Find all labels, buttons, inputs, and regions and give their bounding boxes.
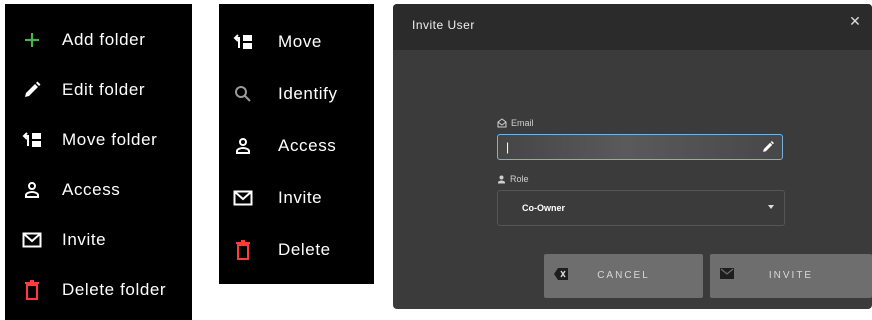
- menu-item-invite[interactable]: Invite: [5, 220, 192, 260]
- menu-item-invite[interactable]: Invite: [219, 178, 374, 218]
- envelope-icon: [20, 228, 44, 252]
- role-label: Role: [497, 174, 529, 184]
- trash-icon: [231, 238, 255, 262]
- menu-item-label: Invite: [62, 230, 107, 249]
- menu-item-access[interactable]: Access: [5, 170, 192, 210]
- menu-item-label: Edit folder: [62, 80, 146, 99]
- item-context-menu: Move Identify Access Invite Delete: [219, 4, 374, 284]
- role-selected-value: Co-Owner: [522, 203, 566, 213]
- menu-item-label: Delete folder: [62, 280, 167, 299]
- mail-open-icon: [497, 118, 507, 128]
- move-icon: [20, 128, 44, 152]
- person-icon: [20, 178, 44, 202]
- menu-item-label: Identify: [278, 84, 338, 103]
- envelope-icon: [231, 186, 255, 210]
- menu-item-move[interactable]: Move: [219, 22, 374, 62]
- email-label-text: Email: [511, 118, 534, 128]
- plus-icon: [20, 28, 44, 52]
- menu-item-label: Invite: [278, 188, 323, 207]
- email-field[interactable]: [497, 134, 783, 160]
- close-icon[interactable]: ✕: [848, 14, 862, 28]
- invite-button[interactable]: INVITE: [710, 254, 872, 298]
- pencil-icon: [20, 78, 44, 102]
- menu-item-label: Move folder: [62, 130, 158, 149]
- email-label: Email: [497, 118, 534, 128]
- cancel-button-label: CANCEL: [597, 270, 650, 281]
- invite-user-dialog: Invite User ✕ Email Role Co-Owner CANCEL…: [393, 4, 872, 309]
- dialog-header: Invite User ✕: [393, 4, 872, 50]
- menu-item-label: Add folder: [62, 30, 146, 49]
- menu-item-delete-folder[interactable]: Delete folder: [5, 270, 192, 310]
- role-select[interactable]: Co-Owner: [497, 190, 785, 226]
- menu-item-delete[interactable]: Delete: [219, 230, 374, 270]
- pencil-icon[interactable]: [761, 140, 775, 154]
- move-icon: [231, 30, 255, 54]
- invite-button-label: INVITE: [768, 270, 814, 281]
- menu-item-add-folder[interactable]: Add folder: [5, 20, 192, 60]
- menu-item-move-folder[interactable]: Move folder: [5, 120, 192, 160]
- person-icon: [231, 134, 255, 158]
- search-icon: [231, 82, 255, 106]
- person-icon: [498, 175, 505, 183]
- menu-item-label: Delete: [278, 240, 331, 259]
- trash-icon: [20, 278, 44, 302]
- dialog-title: Invite User: [412, 18, 475, 32]
- menu-item-label: Access: [278, 136, 337, 155]
- menu-item-access[interactable]: Access: [219, 126, 374, 166]
- menu-item-label: Access: [62, 180, 121, 199]
- caret-down-icon: [768, 205, 774, 209]
- menu-item-label: Move: [278, 32, 322, 51]
- role-label-text: Role: [510, 174, 529, 184]
- folder-context-menu: Add folder Edit folder Move folder Acces…: [5, 4, 192, 320]
- menu-item-identify[interactable]: Identify: [219, 74, 374, 114]
- menu-item-edit-folder[interactable]: Edit folder: [5, 70, 192, 110]
- cancel-button[interactable]: CANCEL: [544, 254, 703, 298]
